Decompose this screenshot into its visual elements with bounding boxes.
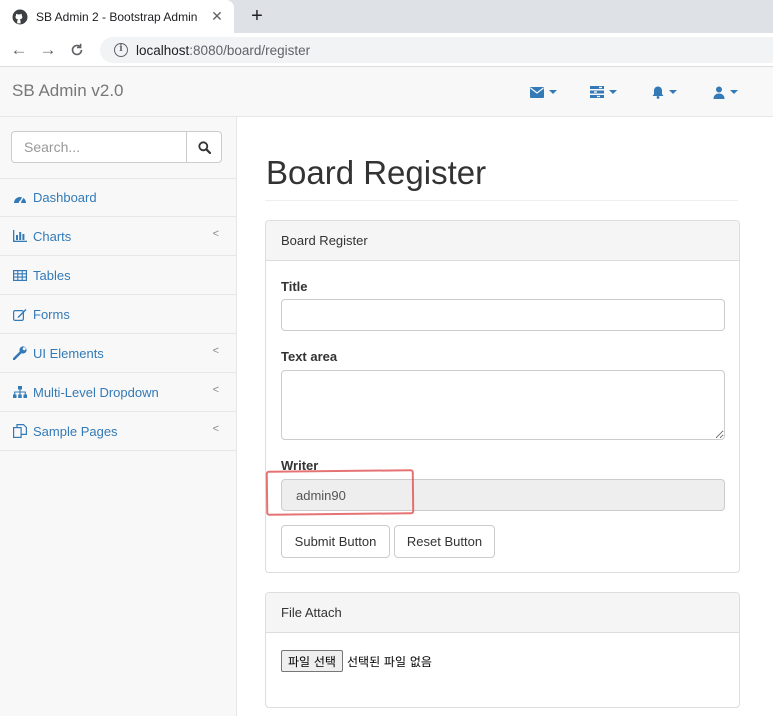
messages-dropdown[interactable] (530, 85, 557, 99)
panel-heading: Board Register (266, 221, 739, 261)
sidebar-item-label: Tables (33, 267, 71, 283)
sidebar-item-multi-level-dropdown[interactable]: Multi-Level Dropdown < (0, 373, 236, 412)
tab-close-icon[interactable]: ✕ (208, 7, 226, 25)
submit-button[interactable]: Submit Button (281, 525, 390, 558)
title-input[interactable] (281, 299, 725, 331)
sidebar-item-sample-pages[interactable]: Sample Pages < (0, 412, 236, 451)
wrench-icon (13, 346, 27, 360)
panel-heading: File Attach (266, 593, 739, 633)
top-navbar: SB Admin v2.0 (0, 67, 773, 117)
sidebar-item-label: Multi-Level Dropdown (33, 384, 159, 400)
tasks-dropdown[interactable] (590, 85, 617, 99)
site-info-icon[interactable]: i (114, 43, 128, 57)
content-textarea[interactable] (281, 370, 725, 440)
files-icon (13, 424, 27, 438)
sidebar-item-label: Charts (33, 228, 72, 244)
sidebar-search (11, 131, 222, 163)
title-divider (265, 200, 738, 201)
highlight-annotation (265, 469, 415, 516)
chevron-left-icon: < (212, 384, 219, 396)
envelope-icon (530, 86, 544, 98)
browser-toolbar: ← → i localhost:8080/board/register (0, 33, 773, 67)
sidebar-item-label: Sample Pages (33, 423, 118, 439)
sitemap-icon (13, 385, 27, 399)
user-icon (713, 86, 725, 99)
tab-title: SB Admin 2 - Bootstrap Admin (36, 9, 198, 24)
chevron-down-icon (669, 90, 677, 94)
board-register-panel: Board Register Title Text area Writer ad… (265, 220, 740, 573)
main-content: Board Register Board Register Title Text… (237, 117, 773, 716)
search-input[interactable] (11, 131, 186, 163)
table-icon (13, 268, 27, 282)
tasks-icon (590, 86, 604, 98)
chevron-down-icon (730, 90, 738, 94)
search-icon (197, 140, 211, 154)
sidebar-item-forms[interactable]: Forms (0, 295, 236, 334)
bell-icon (652, 86, 664, 99)
reset-button[interactable]: Reset Button (394, 525, 495, 558)
url-path: :8080/board/register (189, 42, 311, 58)
file-status-text: 선택된 파일 없음 (346, 654, 432, 669)
sidebar-item-dashboard[interactable]: Dashboard (0, 178, 236, 217)
sidebar-item-ui-elements[interactable]: UI Elements < (0, 334, 236, 373)
chevron-left-icon: < (212, 423, 219, 435)
reload-icon[interactable] (66, 39, 88, 61)
dashboard-icon (13, 191, 27, 205)
bar-chart-icon (13, 229, 27, 243)
file-input[interactable]: 파일 선택 선택된 파일 없음 (281, 650, 432, 672)
file-attach-panel: File Attach 파일 선택 선택된 파일 없음 (265, 592, 740, 708)
chevron-left-icon: < (212, 345, 219, 357)
sidebar-item-label: UI Elements (33, 345, 104, 361)
sidebar-menu: Dashboard Charts < Tables Forms UI Eleme… (0, 178, 236, 451)
forward-arrow-icon[interactable]: → (37, 39, 59, 61)
textarea-label: Text area (281, 349, 338, 364)
search-button[interactable] (186, 131, 222, 163)
sidebar-item-label: Dashboard (33, 190, 97, 205)
page-title: Board Register (266, 154, 487, 191)
alerts-dropdown[interactable] (652, 85, 677, 99)
title-label: Title (281, 279, 308, 294)
sidebar: Dashboard Charts < Tables Forms UI Ele (0, 117, 237, 716)
choose-file-button[interactable]: 파일 선택 (281, 650, 343, 672)
user-dropdown[interactable] (713, 85, 738, 99)
chevron-down-icon (549, 90, 557, 94)
sidebar-item-tables[interactable]: Tables (0, 256, 236, 295)
browser-tabstrip: SB Admin 2 - Bootstrap Admin ✕ + (0, 0, 773, 33)
address-bar[interactable]: i localhost:8080/board/register (100, 37, 773, 63)
back-arrow-icon[interactable]: ← (8, 39, 30, 61)
sidebar-item-label: Forms (33, 306, 70, 322)
chevron-down-icon (609, 90, 617, 94)
url-host: localhost (136, 42, 190, 58)
edit-icon (13, 307, 27, 321)
chevron-left-icon: < (212, 228, 219, 240)
navbar-brand[interactable]: SB Admin v2.0 (12, 81, 124, 101)
new-tab-icon[interactable]: + (246, 5, 268, 27)
sidebar-item-charts[interactable]: Charts < (0, 217, 236, 256)
github-favicon-icon (12, 9, 28, 24)
browser-tab[interactable]: SB Admin 2 - Bootstrap Admin ✕ (0, 0, 234, 33)
